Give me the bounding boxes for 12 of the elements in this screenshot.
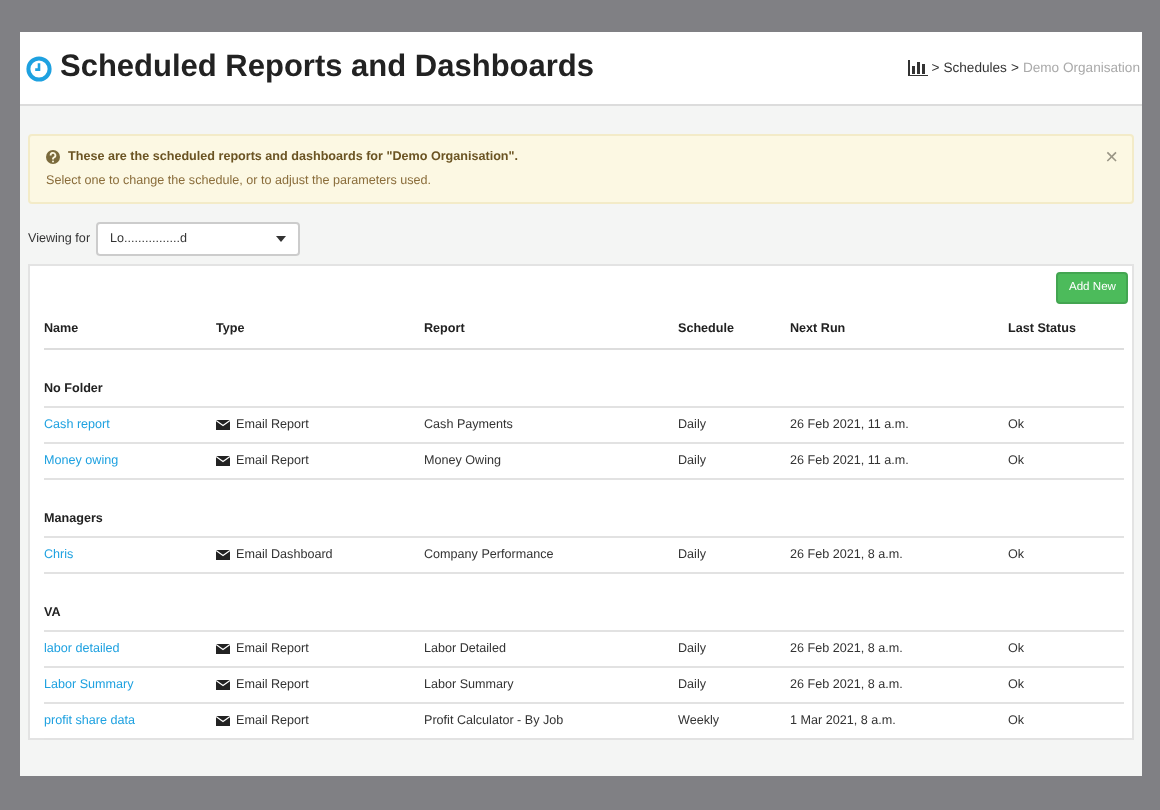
envelope-icon [216,680,230,690]
envelope-icon [216,550,230,560]
envelope-icon [216,456,230,466]
question-icon [46,150,60,164]
page-title: Scheduled Reports and Dashboards [60,50,594,86]
envelope-icon [216,420,230,430]
caret-icon [276,236,287,242]
envelope-icon [216,644,230,654]
envelope-icon [216,716,230,726]
bar-chart-icon [907,60,928,76]
clock-icon [26,55,52,81]
close-button[interactable]: × [1105,148,1118,168]
